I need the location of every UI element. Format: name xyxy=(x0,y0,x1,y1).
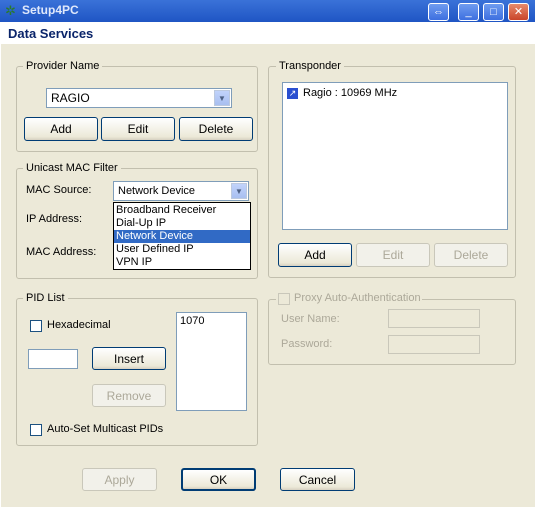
transponder-edit-button[interactable]: Edit xyxy=(356,243,430,267)
pid-listbox[interactable]: 1070 xyxy=(176,312,247,411)
transponder-delete-button[interactable]: Delete xyxy=(434,243,508,267)
pid-list-label: PID List xyxy=(23,292,68,304)
mac-source-option-selected[interactable]: Network Device xyxy=(114,230,250,243)
mac-source-select[interactable]: Network Device ▼ xyxy=(113,181,249,201)
hexadecimal-checkbox[interactable] xyxy=(30,320,42,332)
provider-name-label: Provider Name xyxy=(23,60,103,72)
pid-input[interactable] xyxy=(28,349,78,369)
unicast-mac-filter-label: Unicast MAC Filter xyxy=(23,162,121,174)
transponder-list-item[interactable]: Ragio : 10969 MHz xyxy=(303,87,397,99)
app-icon: ✲ xyxy=(5,3,16,18)
mac-source-option[interactable]: Broadband Receiver xyxy=(114,204,250,217)
ok-button[interactable]: OK xyxy=(181,468,256,491)
mac-address-label: MAC Address: xyxy=(26,246,97,258)
mac-source-label: MAC Source: xyxy=(26,184,92,196)
proxy-auth-label: Proxy Auto-Authentication xyxy=(294,292,421,304)
minimize-button[interactable]: _ xyxy=(458,3,479,21)
transponder-add-button[interactable]: Add xyxy=(278,243,352,267)
apply-button[interactable]: Apply xyxy=(82,468,157,491)
hexadecimal-label: Hexadecimal xyxy=(47,319,111,331)
provider-select-value: RAGIO xyxy=(51,91,90,105)
auto-set-multicast-checkbox[interactable] xyxy=(30,424,42,436)
insert-button[interactable]: Insert xyxy=(92,347,166,370)
password-label: Password: xyxy=(281,338,333,350)
mac-source-option[interactable]: User Defined IP xyxy=(114,243,250,256)
auto-set-multicast-label: Auto-Set Multicast PIDs xyxy=(47,423,164,435)
close-button[interactable]: ✕ xyxy=(508,3,529,21)
ip-address-label: IP Address: xyxy=(26,213,83,225)
mac-source-dropdown-list: Broadband Receiver Dial-Up IP Network De… xyxy=(113,202,251,270)
user-name-label: User Name: xyxy=(281,313,340,325)
mac-source-value: Network Device xyxy=(118,185,196,197)
mac-source-option[interactable]: Dial-Up IP xyxy=(114,217,250,230)
chevron-down-icon[interactable]: ▼ xyxy=(231,183,247,199)
mac-source-option[interactable]: VPN IP xyxy=(114,256,250,269)
pid-list-item[interactable]: 1070 xyxy=(180,315,204,327)
transponder-label: Transponder xyxy=(276,60,344,72)
transponder-listbox[interactable]: ↗ Ragio : 10969 MHz xyxy=(282,82,508,230)
cancel-button[interactable]: Cancel xyxy=(280,468,355,491)
dialog-title: Data Services xyxy=(8,26,94,41)
remove-button[interactable]: Remove xyxy=(92,384,166,407)
background-window-titlebar xyxy=(0,0,535,22)
background-window-title: Setup4PC xyxy=(22,3,79,17)
provider-delete-button[interactable]: Delete xyxy=(179,117,253,141)
password-field[interactable] xyxy=(388,335,480,354)
maximize-button[interactable]: □ xyxy=(483,3,504,21)
provider-edit-button[interactable]: Edit xyxy=(101,117,175,141)
provider-add-button[interactable]: Add xyxy=(24,117,98,141)
user-name-field[interactable] xyxy=(388,309,480,328)
provider-select[interactable]: RAGIO ▼ xyxy=(46,88,232,108)
proxy-auth-checkbox[interactable] xyxy=(278,293,290,305)
satellite-icon: ↗ xyxy=(287,88,298,99)
chevron-down-icon[interactable]: ▼ xyxy=(214,90,230,106)
restore-arrows-icon[interactable]: ⇔ xyxy=(428,3,449,21)
